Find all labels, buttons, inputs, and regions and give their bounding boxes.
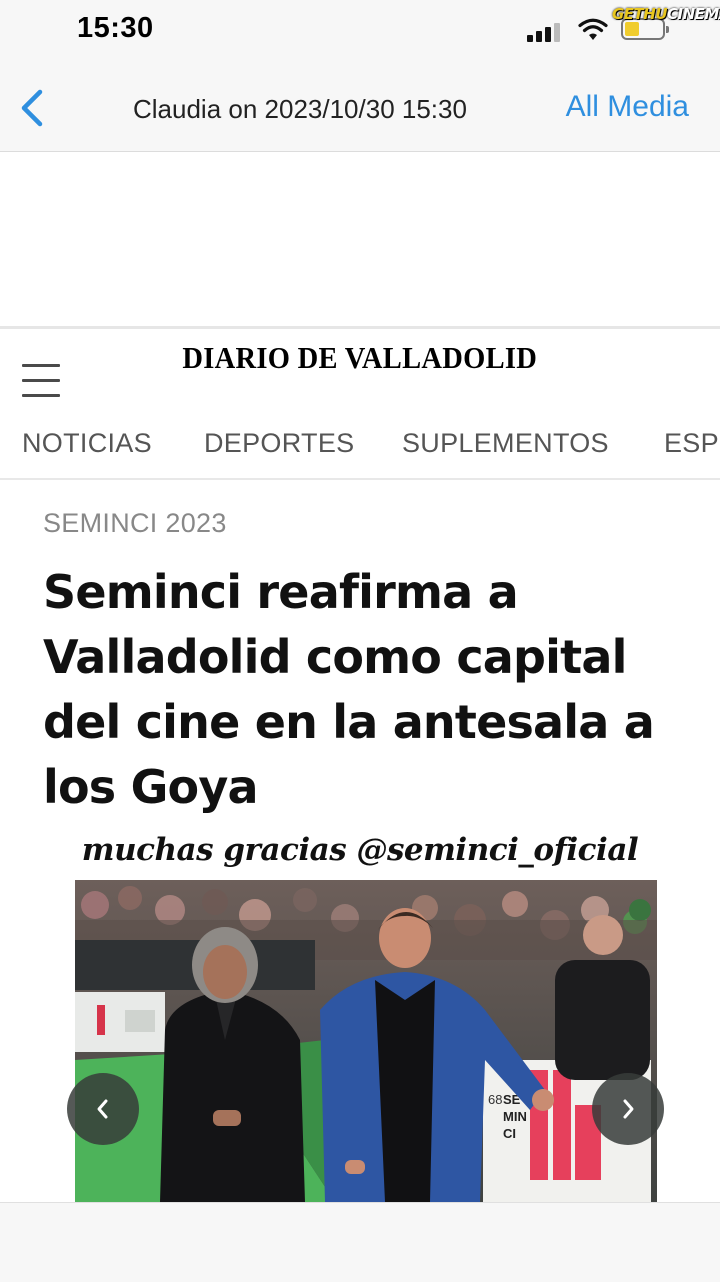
status-time: 15:30 [77, 12, 154, 44]
divider [0, 326, 720, 329]
section-nav: NOTICIAS DEPORTES SUPLEMENTOS ESPE [0, 420, 720, 470]
overlay-caption: muchas gracias @seminci_oficial [81, 832, 639, 868]
chevron-left-icon [97, 1099, 108, 1119]
headline-line: los Goya [43, 760, 259, 814]
blank-area [0, 152, 720, 326]
chevron-right-icon [623, 1099, 634, 1119]
all-media-button[interactable]: All Media [566, 90, 689, 124]
sign-text: CI [503, 1126, 516, 1141]
hamburger-menu-icon[interactable] [22, 364, 60, 398]
headline-line: Valladolid como capital [43, 630, 627, 684]
article-headline: Seminci reafirma a Valladolid como capit… [43, 560, 693, 820]
sign-text: MIN [503, 1109, 527, 1124]
headline-line: del cine en la antesala a [43, 695, 655, 749]
section-suplementos[interactable]: SUPLEMENTOS [402, 428, 609, 459]
wifi-icon [578, 18, 608, 40]
carousel-next-button[interactable] [592, 1073, 664, 1145]
signal-icon [527, 22, 563, 42]
status-bar: 15:30 GETHUCINEMA [0, 0, 720, 62]
masthead-text: DIARIO DE VALLADOLID [182, 340, 538, 375]
article-photo: 68 SE MIN CI [75, 880, 657, 1202]
section-especiales[interactable]: ESPE [664, 428, 720, 459]
watermark-logo: GETHUCINEMA [612, 5, 720, 23]
newspaper-masthead[interactable]: DIARIO DE VALLADOLID [0, 340, 720, 376]
media-title: Claudia on 2023/10/30 15:30 [133, 94, 467, 124]
bottom-toolbar [0, 1202, 720, 1282]
section-deportes[interactable]: DEPORTES [204, 428, 354, 459]
navigation-bar: Claudia on 2023/10/30 15:30 All Media [0, 62, 720, 152]
chevron-left-icon[interactable] [14, 84, 50, 132]
headline-line: Seminci reafirma a [43, 565, 519, 619]
sign-text: 68 [488, 1092, 502, 1107]
divider [0, 478, 720, 480]
section-noticias[interactable]: NOTICIAS [22, 428, 152, 459]
article-kicker[interactable]: SEMINCI 2023 [43, 508, 227, 539]
carousel-prev-button[interactable] [67, 1073, 139, 1145]
